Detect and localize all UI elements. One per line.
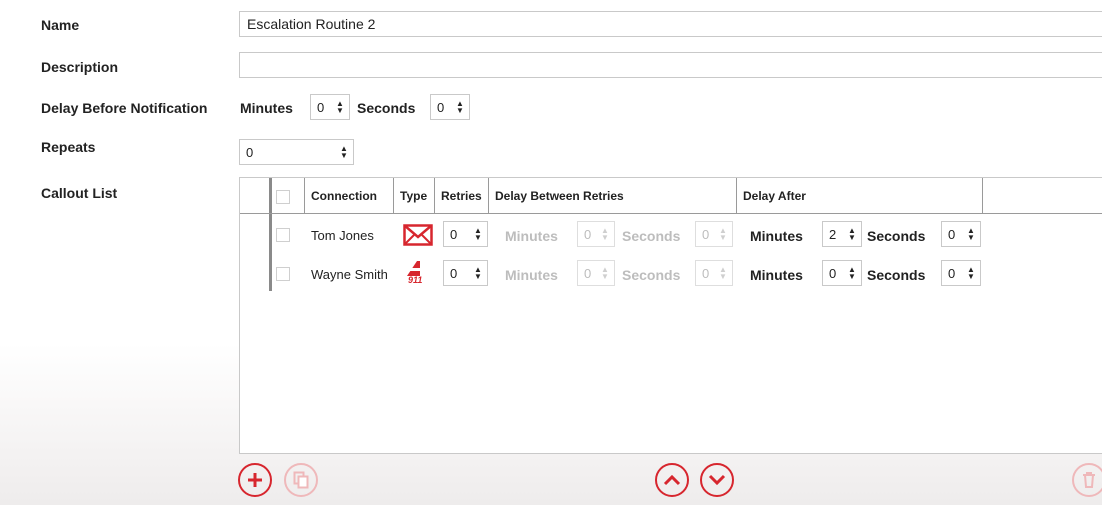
callout-list-label: Callout List xyxy=(41,185,118,201)
dbr-minutes-stepper: 0 ▲ ▼ xyxy=(577,260,615,286)
da-minutes-stepper[interactable]: 2 ▲ ▼ xyxy=(822,221,862,247)
delay-seconds-label: Seconds xyxy=(357,100,416,116)
chevron-down-icon xyxy=(708,474,726,486)
dbr-seconds-value: 0 xyxy=(702,265,710,281)
spin-arrows-icon[interactable]: ▲ ▼ xyxy=(334,100,346,115)
911-label: 911 xyxy=(408,275,423,285)
spin-arrows-icon[interactable]: ▲ ▼ xyxy=(846,227,858,242)
spin-arrows-icon: ▲ ▼ xyxy=(601,265,609,281)
dbr-seconds-value: 0 xyxy=(702,226,710,242)
row-indicator xyxy=(269,178,272,214)
row-checkbox[interactable] xyxy=(276,267,290,281)
delay-minutes-value: 0 xyxy=(317,99,325,115)
da-minutes-value: 2 xyxy=(829,226,837,242)
delay-seconds-value: 0 xyxy=(437,99,445,115)
dbr-minutes-label: Minutes xyxy=(505,228,558,244)
spin-arrows-icon[interactable]: ▲ ▼ xyxy=(338,145,350,160)
move-down-button[interactable] xyxy=(700,463,734,497)
retries-stepper[interactable]: 0 ▲ ▼ xyxy=(443,221,488,247)
da-seconds-value: 0 xyxy=(948,265,956,281)
spin-arrows-icon: ▲ ▼ xyxy=(719,265,727,281)
repeats-label: Repeats xyxy=(41,139,96,155)
da-minutes-label: Minutes xyxy=(750,267,803,283)
spin-arrows-icon[interactable]: ▲ ▼ xyxy=(846,266,858,281)
select-all-checkbox[interactable] xyxy=(276,190,290,204)
dbr-minutes-value: 0 xyxy=(584,265,592,281)
repeats-value: 0 xyxy=(246,144,254,160)
spin-arrows-icon: ▲ ▼ xyxy=(719,226,727,242)
dbr-minutes-stepper: 0 ▲ ▼ xyxy=(577,221,615,247)
da-minutes-stepper[interactable]: 0 ▲ ▼ xyxy=(822,260,862,286)
copy-icon xyxy=(293,471,309,489)
envelope-icon xyxy=(403,224,433,249)
dbr-seconds-label: Seconds xyxy=(622,267,681,283)
column-header-connection[interactable]: Connection xyxy=(304,178,394,213)
column-header-type[interactable]: Type xyxy=(393,178,434,213)
spin-arrows-icon: ▲ ▼ xyxy=(601,226,609,242)
connection-name: Tom Jones xyxy=(311,228,374,243)
spin-arrows-icon[interactable]: ▲ ▼ xyxy=(454,100,466,115)
header-divider xyxy=(240,213,1102,214)
da-seconds-value: 0 xyxy=(948,226,956,242)
da-seconds-stepper[interactable]: 0 ▲ ▼ xyxy=(941,260,981,286)
da-minutes-value: 0 xyxy=(829,265,837,281)
connection-name: Wayne Smith xyxy=(311,267,388,282)
chevron-up-icon xyxy=(663,474,681,486)
spin-arrows-icon[interactable]: ▲ ▼ xyxy=(472,227,484,242)
da-minutes-label: Minutes xyxy=(750,228,803,244)
retries-value: 0 xyxy=(450,226,458,242)
delete-button[interactable] xyxy=(1072,463,1102,497)
da-seconds-label: Seconds xyxy=(867,228,926,244)
move-up-button[interactable] xyxy=(655,463,689,497)
delay-minutes-stepper[interactable]: 0 ▲ ▼ xyxy=(310,94,350,120)
911-phone-icon: 911 xyxy=(404,260,430,286)
name-label: Name xyxy=(41,17,80,33)
dbr-minutes-label: Minutes xyxy=(505,267,558,283)
retries-value: 0 xyxy=(450,265,458,281)
dbr-seconds-stepper: 0 ▲ ▼ xyxy=(695,221,733,247)
column-header-retries[interactable]: Retries xyxy=(434,178,488,213)
description-label: Description xyxy=(41,59,119,75)
dbr-seconds-label: Seconds xyxy=(622,228,681,244)
column-header-filler xyxy=(982,178,1102,213)
da-seconds-label: Seconds xyxy=(867,267,926,283)
repeats-stepper[interactable]: 0 ▲ ▼ xyxy=(239,139,354,165)
dbr-minutes-value: 0 xyxy=(584,226,592,242)
da-seconds-stepper[interactable]: 0 ▲ ▼ xyxy=(941,221,981,247)
delay-seconds-stepper[interactable]: 0 ▲ ▼ xyxy=(430,94,470,120)
name-input[interactable] xyxy=(239,11,1102,37)
column-header-delay-between-retries[interactable]: Delay Between Retries xyxy=(488,178,736,213)
plus-icon xyxy=(248,473,262,487)
row-checkbox[interactable] xyxy=(276,228,290,242)
delay-before-notification-label: Delay Before Notification xyxy=(41,100,208,116)
row-indicator xyxy=(269,214,272,291)
delay-minutes-label: Minutes xyxy=(240,100,293,116)
add-button[interactable] xyxy=(238,463,272,497)
description-input[interactable] xyxy=(239,52,1102,78)
column-header-delay-after[interactable]: Delay After xyxy=(736,178,982,213)
copy-button[interactable] xyxy=(284,463,318,497)
dbr-seconds-stepper: 0 ▲ ▼ xyxy=(695,260,733,286)
spin-arrows-icon[interactable]: ▲ ▼ xyxy=(965,227,977,242)
spin-arrows-icon[interactable]: ▲ ▼ xyxy=(965,266,977,281)
trash-icon xyxy=(1083,472,1095,488)
retries-stepper[interactable]: 0 ▲ ▼ xyxy=(443,260,488,286)
spin-arrows-icon[interactable]: ▲ ▼ xyxy=(472,266,484,281)
callout-list-grid[interactable]: Connection Type Retries Delay Between Re… xyxy=(239,177,1102,454)
